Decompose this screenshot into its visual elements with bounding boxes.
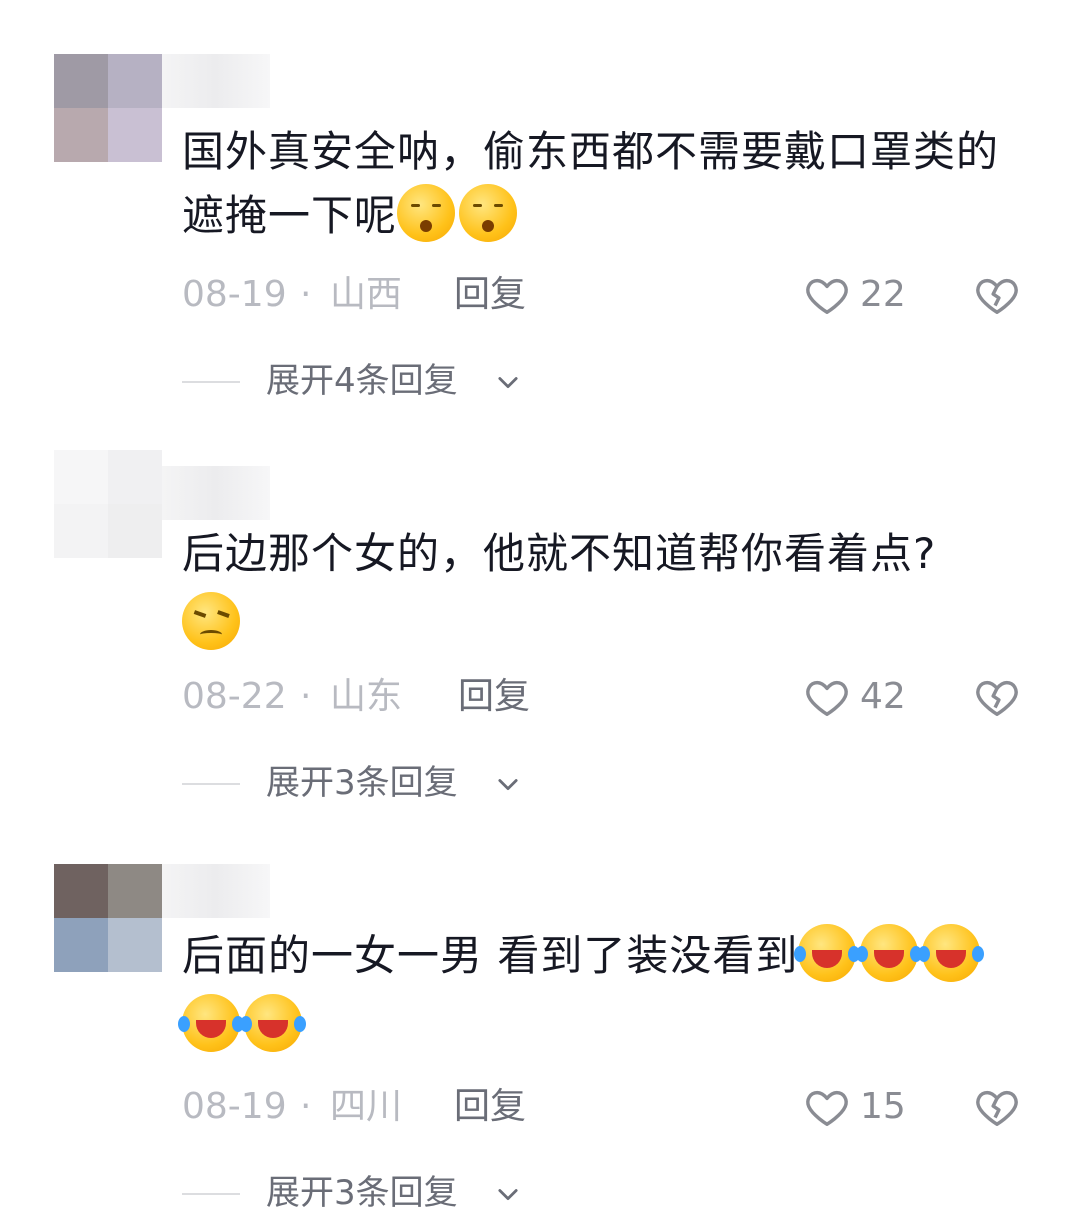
comment-item: 后面的一女一男 看到了装没看到 08-19 · 四川 回复 15 展开3条回复: [0, 830, 1080, 1228]
divider-line: [182, 381, 240, 383]
avatar-tile: [54, 54, 108, 108]
sleepy-face-emoji-icon: [397, 184, 456, 242]
sleepy-face-emoji-icon: [459, 184, 518, 242]
username-redacted[interactable]: [162, 466, 270, 520]
comment-item: 后边那个女的，他就不知道帮你看着点? 08-22 · 山东 回复 42 展开3条…: [0, 420, 1080, 830]
like-count: 42: [860, 676, 906, 717]
angry-face-emoji-icon: [182, 592, 240, 650]
avatar-tile: [54, 918, 108, 972]
chevron-down-icon[interactable]: [494, 1180, 522, 1208]
avatar[interactable]: [54, 54, 162, 162]
avatar-tile: [108, 108, 162, 162]
reply-button[interactable]: 回复: [454, 270, 526, 320]
broken-heart-icon[interactable]: [974, 1084, 1020, 1130]
avatar-tile: [108, 864, 162, 918]
like-count: 15: [860, 1086, 906, 1127]
heart-outline-icon[interactable]: [804, 674, 850, 720]
comment-region: 四川: [330, 1086, 403, 1127]
broken-heart-icon[interactable]: [974, 272, 1020, 318]
avatar-tile: [54, 864, 108, 918]
avatar-tile: [108, 504, 162, 558]
avatar-tile: [108, 450, 162, 504]
reply-button[interactable]: 回复: [458, 672, 530, 722]
comment-text-content: 后面的一女一男 看到了装没看到: [182, 931, 799, 980]
separator-dot: ·: [300, 1086, 312, 1127]
tears-of-joy-emoji-icon: [918, 924, 981, 982]
avatar-tile: [54, 450, 108, 504]
comment-region: 山西: [330, 274, 403, 315]
expand-replies-button[interactable]: 展开4条回复: [266, 356, 458, 406]
divider-line: [182, 783, 240, 785]
comment-text: 后边那个女的，他就不知道帮你看着点?: [182, 522, 1032, 656]
separator-dot: ·: [300, 676, 312, 717]
broken-heart-icon[interactable]: [974, 674, 1020, 720]
chevron-down-icon[interactable]: [494, 368, 522, 396]
avatar[interactable]: [54, 864, 162, 972]
expand-replies-button[interactable]: 展开3条回复: [266, 758, 458, 808]
chevron-down-icon[interactable]: [494, 770, 522, 798]
expand-replies-button[interactable]: 展开3条回复: [266, 1168, 458, 1218]
username-redacted[interactable]: [162, 864, 270, 918]
comment-date: 08-19: [182, 274, 287, 315]
tears-of-joy-emoji-icon: [240, 994, 302, 1052]
comment-meta: 08-19 · 四川 回复 15: [182, 1082, 1042, 1132]
comment-meta: 08-22 · 山东 回复 42: [182, 672, 1042, 722]
tears-of-joy-emoji-icon: [178, 994, 240, 1052]
heart-outline-icon[interactable]: [804, 1084, 850, 1130]
comment-text: 后面的一女一男 看到了装没看到: [178, 924, 1032, 1058]
avatar-tile: [108, 54, 162, 108]
comment-text: 国外真安全呐，偷东西都不需要戴口罩类的遮掩一下呢: [182, 120, 1032, 248]
comment-region: 山东: [330, 676, 403, 717]
username-redacted[interactable]: [162, 54, 270, 108]
heart-outline-icon[interactable]: [804, 272, 850, 318]
avatar[interactable]: [54, 450, 162, 558]
tears-of-joy-emoji-icon: [794, 924, 857, 982]
reply-button[interactable]: 回复: [454, 1082, 526, 1132]
avatar-tile: [108, 918, 162, 972]
comment-date: 08-19: [182, 1086, 287, 1127]
avatar-tile: [54, 108, 108, 162]
tears-of-joy-emoji-icon: [856, 924, 919, 982]
avatar-tile: [54, 504, 108, 558]
like-count: 22: [860, 274, 906, 315]
divider-line: [182, 1193, 240, 1195]
comment-text-content: 国外真安全呐，偷东西都不需要戴口罩类的遮掩一下呢: [182, 127, 1000, 240]
comment-meta: 08-19 · 山西 回复 22: [182, 270, 1042, 320]
comment-date: 08-22: [182, 676, 287, 717]
comment-item: 国外真安全呐，偷东西都不需要戴口罩类的遮掩一下呢 08-19 · 山西 回复 2…: [0, 0, 1080, 420]
comment-text-content: 后边那个女的，他就不知道帮你看着点?: [182, 529, 937, 578]
separator-dot: ·: [300, 274, 312, 315]
